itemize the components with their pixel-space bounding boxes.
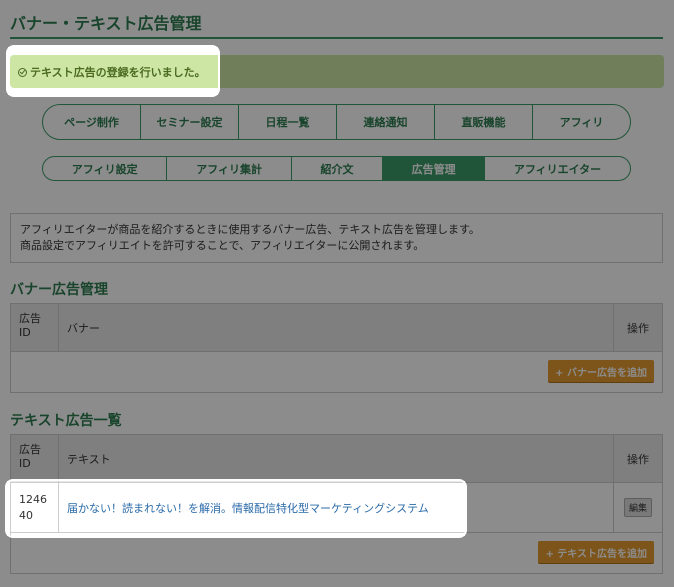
tab-direct-sales[interactable]: 直販機能 xyxy=(435,105,533,139)
tab-affiliate-settings[interactable]: アフィリ設定 xyxy=(43,157,168,180)
check-circle-icon xyxy=(18,67,27,77)
add-text-ad-button[interactable]: + テキスト広告を追加 xyxy=(538,541,654,563)
title-divider xyxy=(10,37,663,39)
banner-table: 広告ID バナー 操作 + バナー広告を追加 xyxy=(10,303,663,393)
header-banner: バナー xyxy=(59,304,614,351)
tab-ad-management[interactable]: 広告管理 xyxy=(383,157,486,180)
header-ad-id: 広告ID xyxy=(11,304,59,351)
ad-text-cell: 届かない！読まれない！を解消。情報配信特化型マーケティングシステム xyxy=(59,483,614,532)
table-header: 広告ID バナー 操作 xyxy=(11,304,662,352)
dim-overlay xyxy=(0,481,7,536)
success-notice: テキスト広告の登録を行いました。 xyxy=(10,55,664,88)
secondary-nav: アフィリ設定 アフィリ集計 紹介文 広告管理 アフィリエイター xyxy=(42,156,631,181)
text-section-title: テキスト広告一覧 xyxy=(10,413,122,429)
tab-introduction-text[interactable]: 紹介文 xyxy=(292,157,384,180)
page-title: バナー・テキスト広告管理 xyxy=(10,14,202,33)
text-ad-table: 広告ID テキスト 操作 124640 届かない！読まれない！を解消。情報配信特… xyxy=(10,434,663,574)
notice-message: テキスト広告の登録を行いました。 xyxy=(18,64,206,80)
tab-affiliate[interactable]: アフィリ xyxy=(533,105,630,139)
edit-button[interactable]: 編集 xyxy=(623,498,652,517)
tab-affiliate-stats[interactable]: アフィリ集計 xyxy=(167,157,292,180)
tab-schedule-list[interactable]: 日程一覧 xyxy=(239,105,337,139)
table-footer: + バナー広告を追加 xyxy=(11,352,662,392)
table-footer: + テキスト広告を追加 xyxy=(11,533,662,573)
tab-affiliators[interactable]: アフィリエイター xyxy=(485,157,630,180)
add-banner-button[interactable]: + バナー広告を追加 xyxy=(548,360,654,382)
header-ad-id: 広告ID xyxy=(11,435,59,482)
table-header: 広告ID テキスト 操作 xyxy=(11,435,662,483)
header-text: テキスト xyxy=(59,435,614,482)
ad-id-cell: 124640 xyxy=(11,483,59,532)
dim-overlay xyxy=(0,47,8,95)
tab-seminar-settings[interactable]: セミナー設定 xyxy=(141,105,239,139)
tab-notifications[interactable]: 連絡通知 xyxy=(337,105,435,139)
description-box: アフィリエイターが商品を紹介するときに使用するバナー広告、テキスト広告を管理しま… xyxy=(10,213,663,263)
primary-nav: ページ制作 セミナー設定 日程一覧 連絡通知 直販機能 アフィリ xyxy=(42,104,631,140)
header-action: 操作 xyxy=(627,452,649,466)
description-line-1: アフィリエイターが商品を紹介するときに使用するバナー広告、テキスト広告を管理しま… xyxy=(20,223,480,236)
banner-section-title: バナー広告管理 xyxy=(10,282,108,298)
ad-text-link[interactable]: 届かない！読まれない！を解消。情報配信特化型マーケティングシステム xyxy=(67,500,429,516)
description-line-2: 商品設定でアフィリエイトを許可することで、アフィリエイターに公開されます。 xyxy=(20,239,425,252)
notice-text: テキスト広告の登録を行いました。 xyxy=(30,66,206,79)
action-cell: 編集 xyxy=(614,483,662,532)
header-action: 操作 xyxy=(627,321,649,335)
tab-page-production[interactable]: ページ制作 xyxy=(43,105,141,139)
table-row: 124640 届かない！読まれない！を解消。情報配信特化型マーケティングシステム… xyxy=(11,483,662,533)
